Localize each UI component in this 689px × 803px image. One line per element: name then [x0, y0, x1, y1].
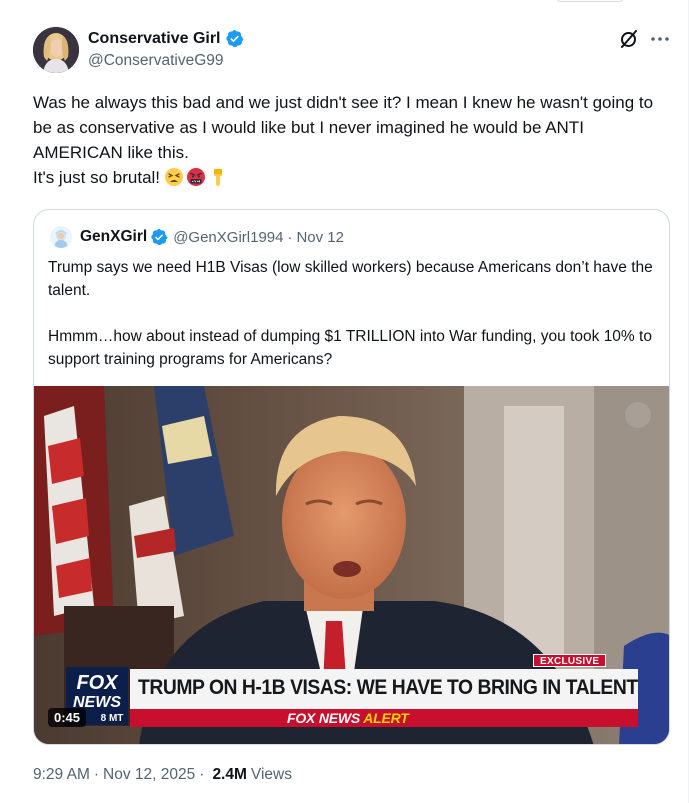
exclusive-label: EXCLUSIVE: [533, 654, 607, 667]
quote-text: Trump says we need H1B Visas (low skille…: [48, 259, 653, 368]
quote-author-avatar[interactable]: [50, 226, 72, 248]
alert-word: ALERT: [363, 710, 409, 726]
views-count[interactable]: 2.4M: [212, 766, 246, 784]
quote-verified-badge-icon: [151, 228, 168, 246]
alert-text: FOX NEWS ALERT: [287, 710, 409, 726]
author-display-name[interactable]: Conservative Girl: [88, 30, 221, 48]
top-button-stub: [556, 0, 624, 2]
meta-separator-2: ·: [199, 766, 205, 783]
grok-icon[interactable]: [617, 27, 641, 51]
meta-separator: ·: [93, 766, 100, 783]
more-options-icon[interactable]: [647, 27, 673, 51]
quote-date[interactable]: Nov 12: [296, 229, 344, 246]
video-watermark-icon: [625, 402, 651, 428]
video-duration: 0:45: [48, 708, 87, 727]
quoted-tweet[interactable]: GenXGirl @GenXGirl1994 · Nov 12 Trump sa…: [33, 209, 670, 745]
post-time[interactable]: 9:29 AM: [33, 766, 90, 784]
post-date[interactable]: Nov 12, 2025: [103, 766, 195, 784]
author-name-row: Conservative Girl: [88, 29, 244, 48]
quote-separator: ·: [287, 228, 293, 246]
tweet-header: Conservative Girl @ConservativeG99: [33, 27, 673, 75]
pointing-down-emoji: [214, 169, 223, 186]
quote-handle[interactable]: @GenXGirl1994: [173, 229, 283, 246]
author-avatar[interactable]: [33, 27, 79, 73]
tired-face-emoji: [165, 168, 184, 186]
tweet-meta: 9:29 AM · Nov 12, 2025 · 2.4M Views: [33, 766, 292, 784]
headline-banner: TRUMP ON H-1B VISAS: WE HAVE TO BRING IN…: [130, 669, 638, 709]
quote-header: GenXGirl @GenXGirl1994 · Nov 12: [50, 226, 344, 248]
logo-time: 8 MT: [101, 713, 124, 724]
headline-text: TRUMP ON H-1B VISAS: WE HAVE TO BRING IN…: [138, 676, 638, 699]
tweet-text: Was he always this bad and we just didn'…: [33, 90, 673, 190]
video-player[interactable]: EXCLUSIVE TRUMP ON H-1B VISAS: WE HAVE T…: [34, 386, 669, 744]
verified-badge-icon: [225, 29, 243, 48]
author-handle[interactable]: @ConservativeG99: [88, 52, 224, 70]
alert-brand: FOX NEWS: [287, 710, 361, 726]
views-label: Views: [250, 766, 292, 783]
tweet-emojis: [164, 167, 228, 187]
tweet-body: Was he always this bad and we just didn'…: [33, 93, 654, 187]
cursing-face-emoji: [187, 168, 206, 186]
alert-bar: FOX NEWS ALERT: [130, 709, 638, 727]
logo-text-1: FOX: [76, 672, 119, 694]
quote-display-name[interactable]: GenXGirl: [80, 228, 147, 246]
